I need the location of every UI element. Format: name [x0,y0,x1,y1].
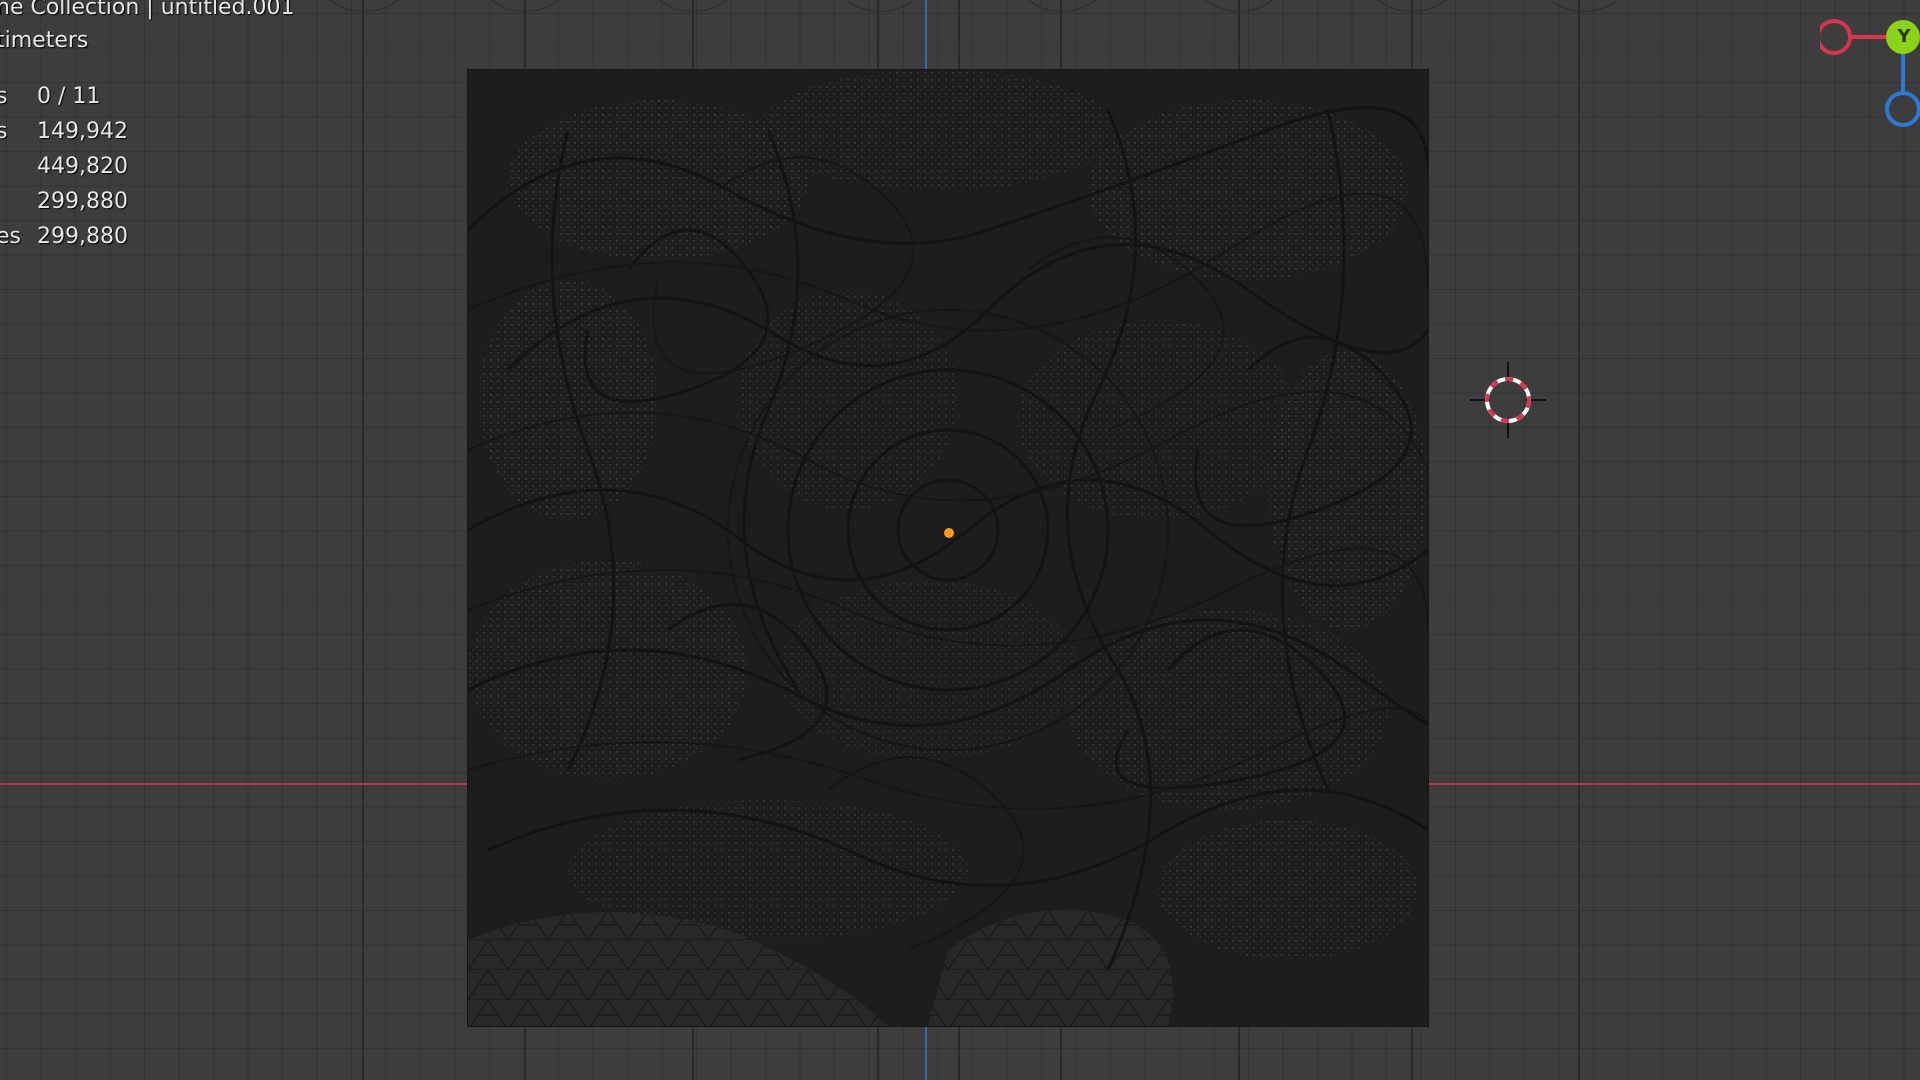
mesh-texture [468,70,1428,1026]
stat-row: s 149,942 [0,120,200,150]
grid-arc [1533,0,1635,12]
grid-line [362,0,364,1080]
stat-row: s 0 / 11 [0,85,200,115]
3d-viewport[interactable]: ne Collection | untitled.001 timeters s … [0,0,1920,1080]
object-origin-dot [944,528,954,538]
stat-value: 0 / 11 [37,84,101,109]
stat-value: 299,880 [37,224,128,249]
grid-arc [829,0,931,12]
grid-arc [313,0,415,12]
stat-label: s [0,84,8,109]
z-axis-handle [1885,91,1920,127]
navigation-gizmo[interactable]: Y [1816,10,1920,130]
y-axis-label: Y [1897,26,1911,47]
stat-label: s [0,119,8,144]
stat-label: es [0,224,21,249]
grid-line [1578,0,1580,1080]
stat-value: 149,942 [37,119,128,144]
mesh-object[interactable] [468,70,1428,1026]
collection-title: ne Collection | untitled.001 [0,0,295,20]
x-axis-handle [1816,19,1852,55]
stat-row: 299,880 [0,190,200,220]
units-label: timeters [0,28,89,53]
stat-value: 449,820 [37,154,128,179]
stat-value: 299,880 [37,189,128,214]
3d-cursor-icon[interactable] [1468,360,1548,440]
grid-arc [1011,0,1113,12]
stat-row: 449,820 [0,155,200,185]
stat-row: es 299,880 [0,225,200,255]
